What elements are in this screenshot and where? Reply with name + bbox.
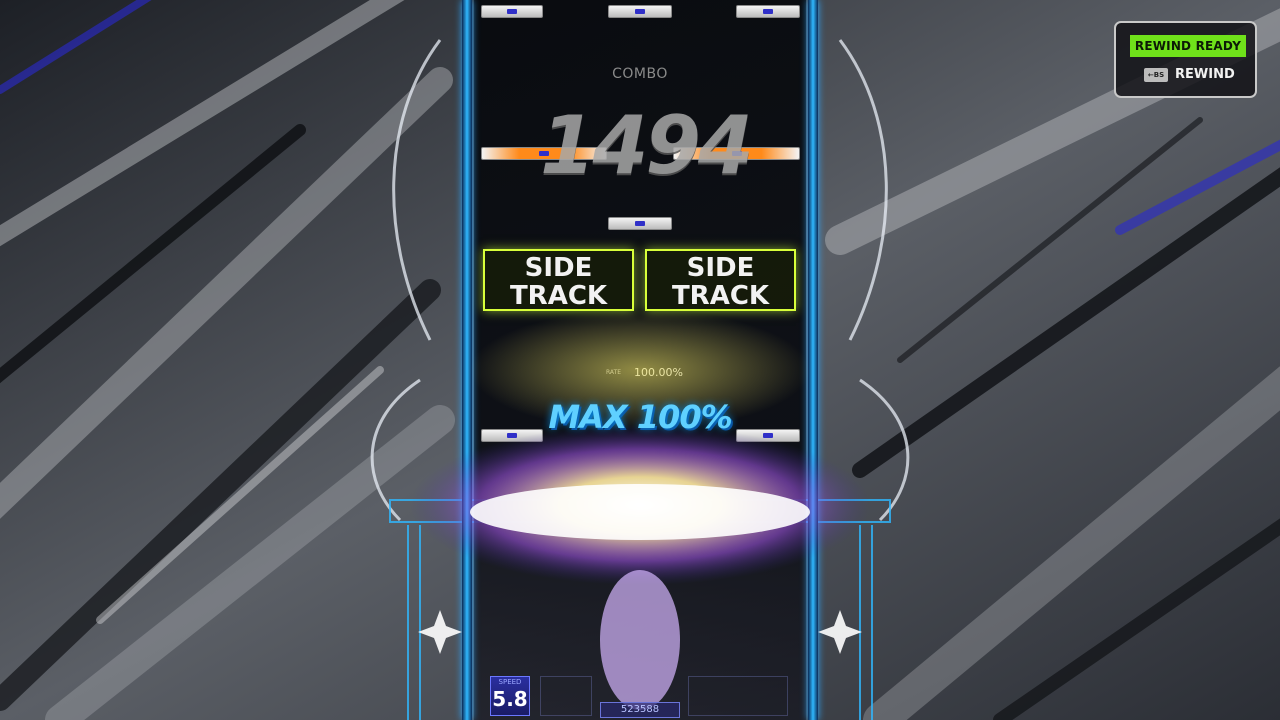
combo-counter: 1494 xyxy=(540,99,754,192)
chip-note xyxy=(736,429,800,442)
side-track-line2: TRACK xyxy=(671,281,770,311)
chip-note xyxy=(481,5,543,18)
max-rate-indicator: MAX 100% xyxy=(548,398,732,436)
speed-indicator: SPEED 5.8 xyxy=(490,676,530,716)
backspace-key-icon: ←BS xyxy=(1144,68,1168,82)
side-track-line1: SIDE xyxy=(524,253,593,283)
rewind-button[interactable]: REWIND xyxy=(1175,66,1235,84)
side-track-line1: SIDE xyxy=(686,253,755,283)
rate-value: 100.00% xyxy=(634,366,683,379)
chip-note xyxy=(608,5,672,18)
chip-note xyxy=(481,429,543,442)
hud-slot xyxy=(540,676,592,716)
score-display: 523588 xyxy=(600,702,680,718)
side-track-right: SIDE TRACK xyxy=(645,249,796,311)
rewind-ready-badge: REWIND READY xyxy=(1130,35,1246,57)
right-frame-rail xyxy=(808,0,818,720)
side-track-line2: TRACK xyxy=(509,281,608,311)
combo-label: COMBO xyxy=(612,66,668,82)
rate-tag: RATE xyxy=(606,369,622,376)
chip-note xyxy=(736,5,800,18)
speed-value: 5.8 xyxy=(492,687,528,711)
side-track-left: SIDE TRACK xyxy=(483,249,634,311)
chip-note xyxy=(608,217,672,230)
left-frame-rail xyxy=(462,0,472,720)
rewind-panel: REWIND READY ←BS REWIND xyxy=(1114,21,1257,98)
hud-slot xyxy=(688,676,788,716)
speed-label: SPEED xyxy=(498,678,522,686)
